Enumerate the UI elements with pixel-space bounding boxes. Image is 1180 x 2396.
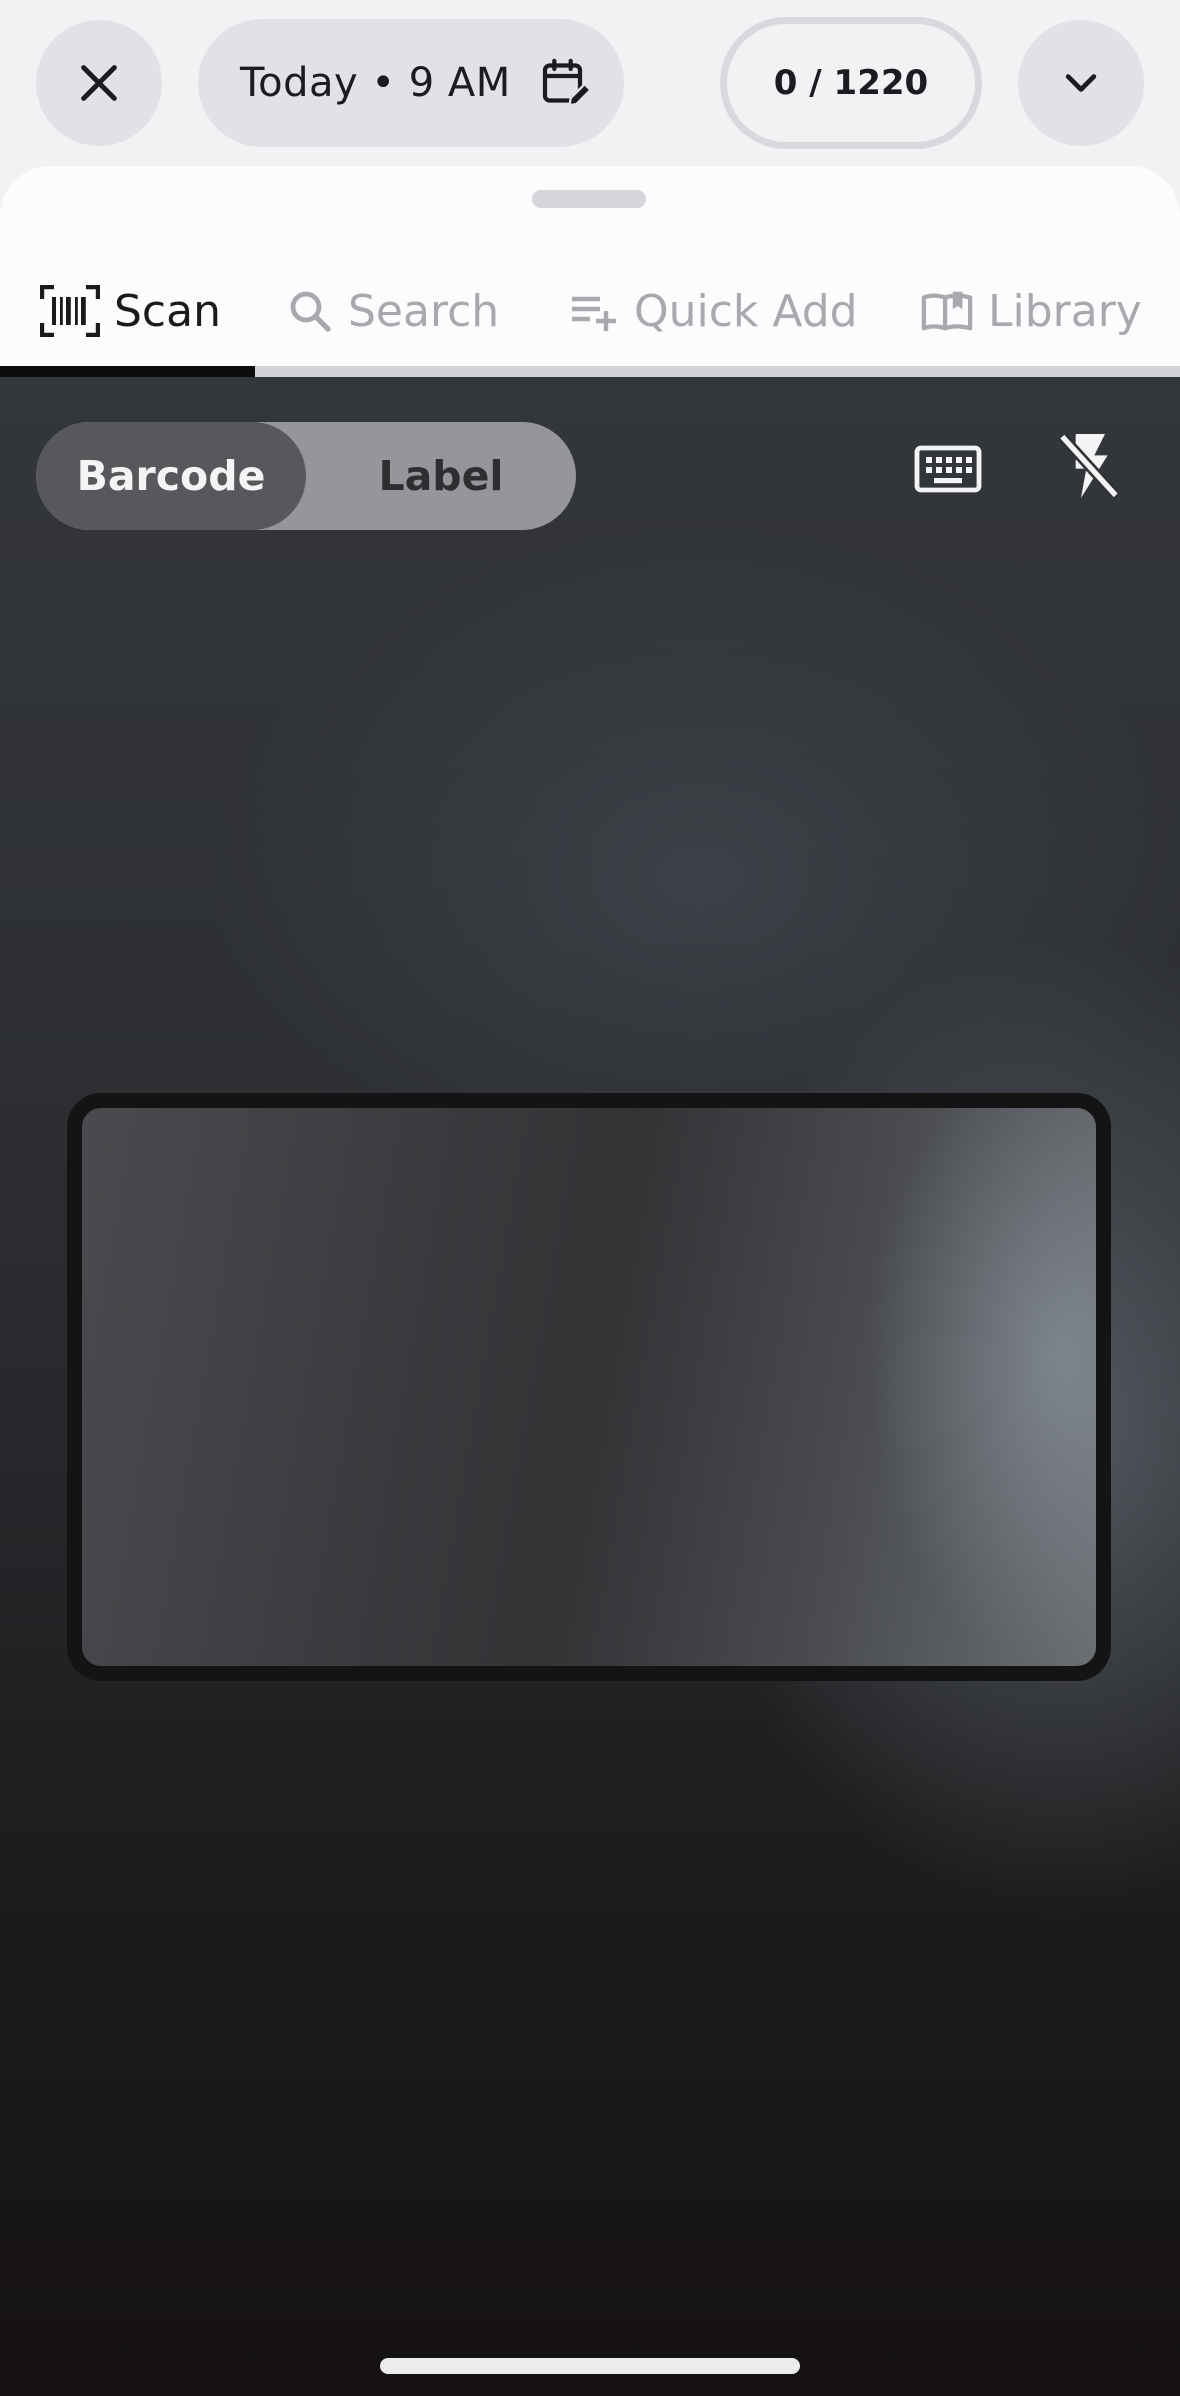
flash-toggle-button[interactable]	[1048, 425, 1130, 507]
date-time-selector[interactable]: Today • 9 AM	[198, 19, 624, 147]
tab-library[interactable]: Library	[920, 266, 1142, 356]
tab-search[interactable]: Search	[286, 266, 499, 356]
flash-off-icon	[1058, 433, 1120, 499]
playlist-add-icon	[572, 296, 616, 331]
scan-mode-toggle[interactable]: Barcode Label	[36, 422, 576, 530]
item-counter-label: 0 / 1220	[773, 63, 929, 103]
book-icon	[921, 291, 973, 331]
tab-quick-add[interactable]: Quick Add	[568, 266, 858, 356]
keyboard-entry-button[interactable]	[908, 429, 988, 509]
keyboard-icon	[914, 445, 982, 493]
barcode-scan-icon	[40, 285, 100, 337]
tab-scan[interactable]: Scan	[40, 266, 221, 356]
tab-library-label: Library	[988, 285, 1142, 337]
chevron-down-icon	[1065, 74, 1097, 92]
drag-handle[interactable]	[532, 190, 646, 208]
search-icon	[290, 291, 331, 332]
expand-button[interactable]	[1018, 20, 1144, 146]
tab-scan-label: Scan	[114, 285, 221, 337]
calendar-edit-icon	[538, 55, 594, 115]
item-counter[interactable]: 0 / 1220	[720, 17, 982, 149]
date-time-label: Today • 9 AM	[240, 60, 511, 106]
tab-indicator-active	[0, 366, 255, 377]
close-button[interactable]	[36, 20, 162, 146]
bottom-sheet: Scan Search Quick Add Library	[0, 166, 1180, 376]
scan-target-frame	[67, 1093, 1111, 1681]
home-indicator[interactable]	[380, 2358, 800, 2374]
tab-quick-add-label: Quick Add	[634, 285, 858, 337]
close-icon	[81, 65, 117, 101]
mode-label-option[interactable]: Label	[306, 422, 576, 530]
camera-viewfinder[interactable]: Barcode Label	[0, 377, 1180, 2396]
tab-search-label: Search	[348, 285, 500, 337]
top-bar: Today • 9 AM 0 / 1220	[0, 0, 1180, 170]
mode-barcode-option[interactable]: Barcode	[36, 422, 306, 530]
